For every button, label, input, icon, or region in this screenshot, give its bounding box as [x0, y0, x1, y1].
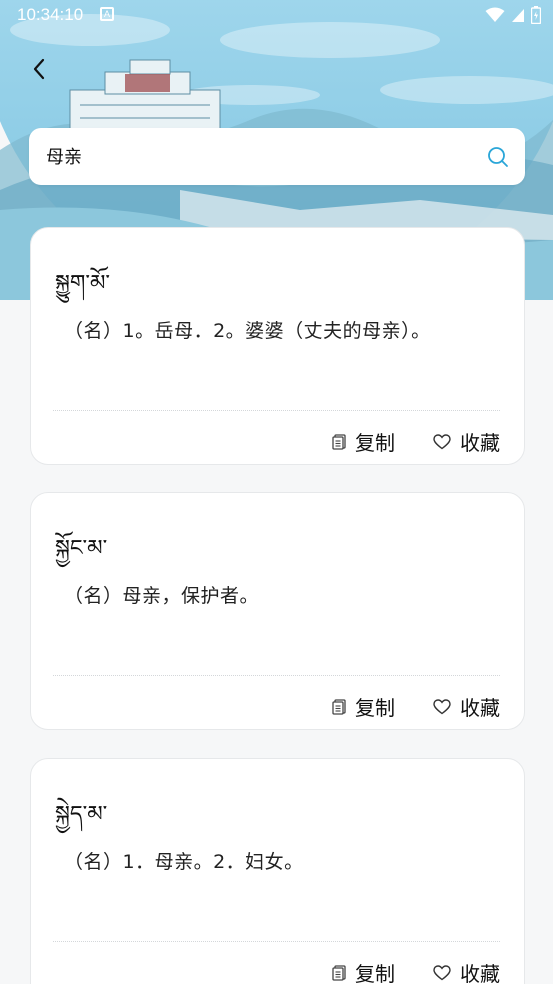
card-divider — [53, 410, 500, 411]
heart-icon — [433, 964, 451, 980]
signal-icon — [512, 9, 524, 22]
card-divider — [53, 675, 500, 676]
chinese-definition: （名）母亲，保护者。 — [64, 585, 260, 607]
card-actions: 复制 收藏 — [332, 958, 500, 984]
battery-icon — [531, 6, 541, 24]
result-card: སྐྱོང་མ་ （名）母亲，保护者。 复制 收藏 — [30, 492, 525, 730]
card-divider — [53, 941, 500, 942]
chinese-definition: （名）1。岳母．2。婆婆（丈夫的母亲）。 — [64, 320, 431, 342]
search-icon[interactable] — [487, 146, 509, 168]
tibetan-headword: སྐྱེད་མ་ — [55, 802, 108, 827]
result-card: སྐྱེད་མ་ （名）1．母亲。2．妇女。 复制 收藏 — [30, 758, 525, 984]
favorite-button[interactable]: 收藏 — [433, 958, 500, 984]
chevron-left-icon — [33, 58, 45, 80]
card-actions: 复制 收藏 — [332, 692, 500, 721]
copy-button[interactable]: 复制 — [332, 427, 395, 456]
heart-icon — [433, 698, 451, 714]
favorite-label: 收藏 — [460, 431, 500, 455]
wifi-icon — [485, 7, 505, 22]
copy-button[interactable]: 复制 — [332, 958, 395, 984]
notification-icon: A — [100, 7, 114, 21]
copy-button[interactable]: 复制 — [332, 692, 395, 721]
status-icons — [485, 6, 541, 24]
copy-icon — [332, 698, 346, 715]
favorite-button[interactable]: 收藏 — [433, 427, 500, 456]
copy-label: 复制 — [355, 431, 395, 455]
copy-label: 复制 — [355, 696, 395, 720]
copy-icon — [332, 433, 346, 450]
favorite-label: 收藏 — [460, 696, 500, 720]
result-card: སྐྱུག་མོ་ （名）1。岳母．2。婆婆（丈夫的母亲）。 复制 收藏 — [30, 227, 525, 465]
favorite-button[interactable]: 收藏 — [433, 692, 500, 721]
copy-label: 复制 — [355, 962, 395, 984]
card-actions: 复制 收藏 — [332, 427, 500, 456]
chinese-definition: （名）1．母亲。2．妇女。 — [64, 851, 304, 873]
heart-icon — [433, 433, 451, 449]
tibetan-headword: སྐྱོང་མ་ — [55, 536, 108, 561]
back-button[interactable] — [26, 56, 52, 82]
search-bar — [29, 128, 525, 185]
status-time: 10:34:10 — [17, 5, 84, 24]
copy-icon — [332, 964, 346, 981]
search-input[interactable] — [46, 141, 466, 171]
tibetan-headword: སྐྱུག་མོ་ — [55, 271, 111, 296]
status-bar: 10:34:10 A — [0, 0, 553, 30]
favorite-label: 收藏 — [460, 962, 500, 984]
